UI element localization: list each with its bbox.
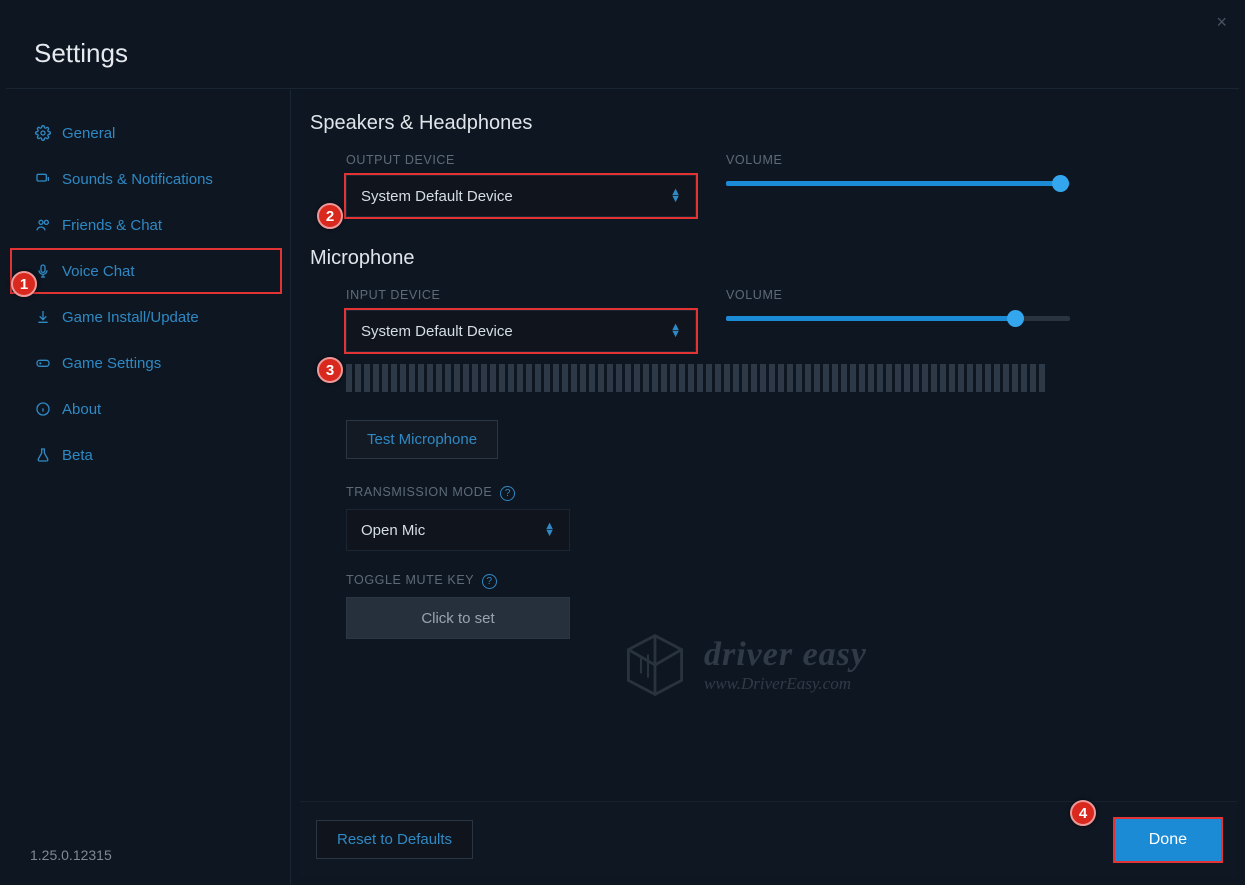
gamepad-icon — [34, 354, 52, 372]
info-icon — [34, 400, 52, 418]
input-volume-slider[interactable] — [726, 316, 1070, 321]
watermark: driver easy www.DriverEasy.com — [620, 630, 867, 700]
watermark-brand: driver easy — [704, 636, 867, 674]
vu-meter — [346, 364, 1225, 392]
output-device-select[interactable]: System Default Device ▲▼ — [346, 175, 696, 217]
input-volume-label: VOLUME — [726, 288, 1225, 302]
transmission-mode-select[interactable]: Open Mic ▲▼ — [346, 509, 570, 551]
chevron-updown-icon: ▲▼ — [544, 523, 555, 537]
sidebar-item-label: Beta — [62, 447, 93, 464]
watermark-url: www.DriverEasy.com — [704, 674, 867, 694]
sidebar: General Sounds & Notifications Friends &… — [10, 110, 282, 478]
sidebar-item-label: Voice Chat — [62, 263, 135, 280]
sidebar-item-sounds[interactable]: Sounds & Notifications — [10, 156, 282, 202]
speaker-icon — [34, 170, 52, 188]
page-title: Settings — [34, 38, 128, 69]
sidebar-item-game-settings[interactable]: Game Settings — [10, 340, 282, 386]
output-device-value: System Default Device — [361, 188, 513, 205]
test-microphone-button[interactable]: Test Microphone — [346, 420, 498, 459]
cube-icon — [620, 630, 690, 700]
speakers-heading: Speakers & Headphones — [310, 112, 1225, 135]
download-icon — [34, 308, 52, 326]
sidebar-item-label: About — [62, 401, 101, 418]
done-button[interactable]: Done — [1113, 817, 1223, 863]
microphone-heading: Microphone — [310, 247, 1225, 270]
toggle-mute-label: TOGGLE MUTE KEY ? — [346, 573, 1225, 589]
annotation-badge-4: 4 — [1070, 800, 1096, 826]
sidebar-item-label: General — [62, 125, 115, 142]
gear-icon — [34, 124, 52, 142]
output-volume-label: VOLUME — [726, 153, 1225, 167]
chevron-updown-icon: ▲▼ — [670, 189, 681, 203]
sidebar-item-game-install[interactable]: Game Install/Update — [10, 294, 282, 340]
sidebar-item-label: Friends & Chat — [62, 217, 162, 234]
sidebar-item-general[interactable]: General — [10, 110, 282, 156]
divider — [6, 88, 1239, 89]
help-icon[interactable]: ? — [500, 486, 515, 501]
divider — [290, 90, 291, 885]
annotation-badge-3: 3 — [317, 357, 343, 383]
chevron-updown-icon: ▲▼ — [670, 324, 681, 338]
input-device-value: System Default Device — [361, 323, 513, 340]
help-icon[interactable]: ? — [482, 574, 497, 589]
sidebar-item-label: Game Settings — [62, 355, 161, 372]
flask-icon — [34, 446, 52, 464]
annotation-badge-2: 2 — [317, 203, 343, 229]
output-device-label: OUTPUT DEVICE — [346, 153, 696, 167]
sidebar-item-beta[interactable]: Beta — [10, 432, 282, 478]
input-device-select[interactable]: System Default Device ▲▼ — [346, 310, 696, 352]
sidebar-item-voice-chat[interactable]: Voice Chat — [10, 248, 282, 294]
transmission-mode-value: Open Mic — [361, 522, 425, 539]
version-text: 1.25.0.12315 — [30, 847, 112, 863]
footer: Reset to Defaults Done — [300, 801, 1237, 877]
toggle-mute-label-text: TOGGLE MUTE KEY — [346, 573, 474, 587]
input-device-label: INPUT DEVICE — [346, 288, 696, 302]
close-icon[interactable]: × — [1216, 12, 1227, 33]
output-volume-slider[interactable] — [726, 181, 1070, 186]
transmission-mode-label: TRANSMISSION MODE ? — [346, 485, 1225, 501]
people-icon — [34, 216, 52, 234]
sidebar-item-label: Game Install/Update — [62, 309, 199, 326]
sidebar-item-label: Sounds & Notifications — [62, 171, 213, 188]
toggle-mute-key-button[interactable]: Click to set — [346, 597, 570, 639]
reset-defaults-button[interactable]: Reset to Defaults — [316, 820, 473, 859]
sidebar-item-friends[interactable]: Friends & Chat — [10, 202, 282, 248]
transmission-mode-label-text: TRANSMISSION MODE — [346, 485, 492, 499]
annotation-badge-1: 1 — [11, 271, 37, 297]
sidebar-item-about[interactable]: About — [10, 386, 282, 432]
microphone-icon — [34, 262, 52, 280]
